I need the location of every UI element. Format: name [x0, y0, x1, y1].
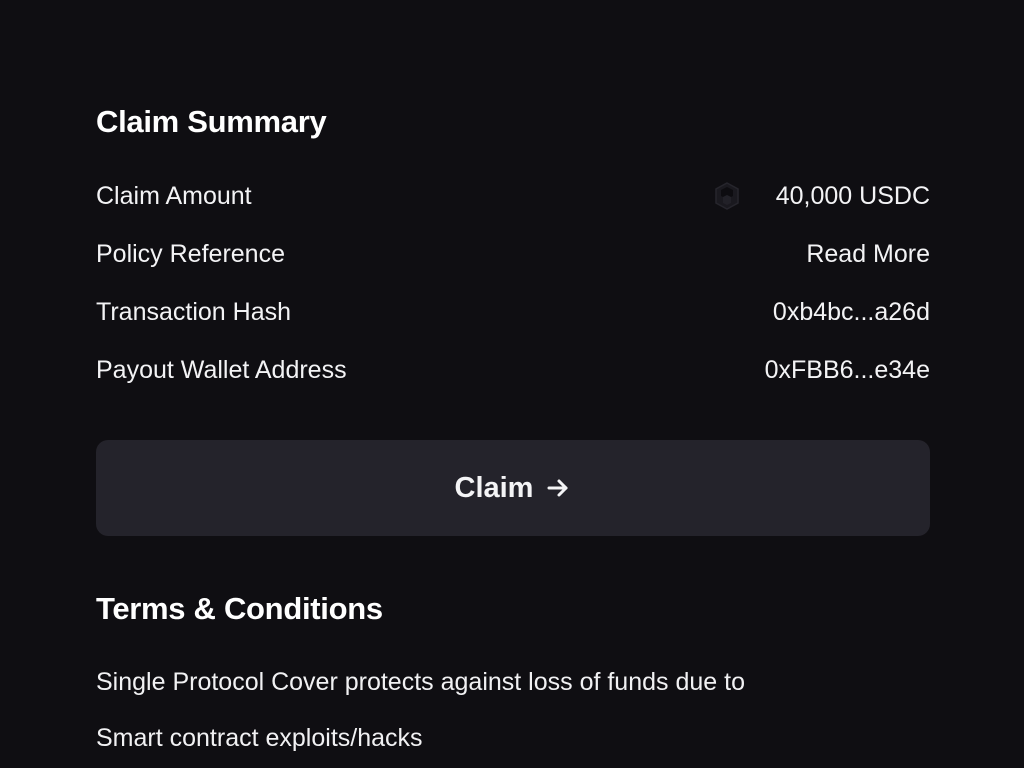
claim-amount-value-group: 40,000 USDC — [712, 181, 930, 211]
terms-line: Smart contract exploits/hacks — [96, 724, 423, 752]
payout-wallet-row: Payout Wallet Address 0xFBB6...e34e — [96, 355, 930, 385]
token-icon — [712, 181, 742, 211]
arrow-right-icon — [545, 475, 571, 501]
transaction-hash-row: Transaction Hash 0xb4bc...a26d — [96, 297, 930, 327]
policy-reference-label: Policy Reference — [96, 239, 285, 268]
claim-amount-label: Claim Amount — [96, 181, 252, 210]
transaction-hash-label: Transaction Hash — [96, 297, 291, 326]
claim-button-label: Claim — [454, 471, 534, 504]
policy-reference-row: Policy Reference Read More — [96, 239, 930, 269]
claim-page: Claim Summary Claim Amount 40,000 USDC P… — [0, 0, 1024, 768]
transaction-hash-value[interactable]: 0xb4bc...a26d — [773, 298, 930, 327]
claim-summary-title: Claim Summary — [96, 104, 327, 139]
policy-reference-link[interactable]: Read More — [806, 240, 930, 269]
terms-title: Terms & Conditions — [96, 591, 383, 626]
payout-wallet-value[interactable]: 0xFBB6...e34e — [765, 356, 930, 385]
claim-button[interactable]: Claim — [96, 440, 930, 536]
claim-amount-value: 40,000 USDC — [775, 181, 930, 210]
terms-line: Single Protocol Cover protects against l… — [96, 668, 745, 696]
claim-amount-row: Claim Amount 40,000 USDC — [96, 181, 930, 211]
payout-wallet-label: Payout Wallet Address — [96, 355, 347, 384]
